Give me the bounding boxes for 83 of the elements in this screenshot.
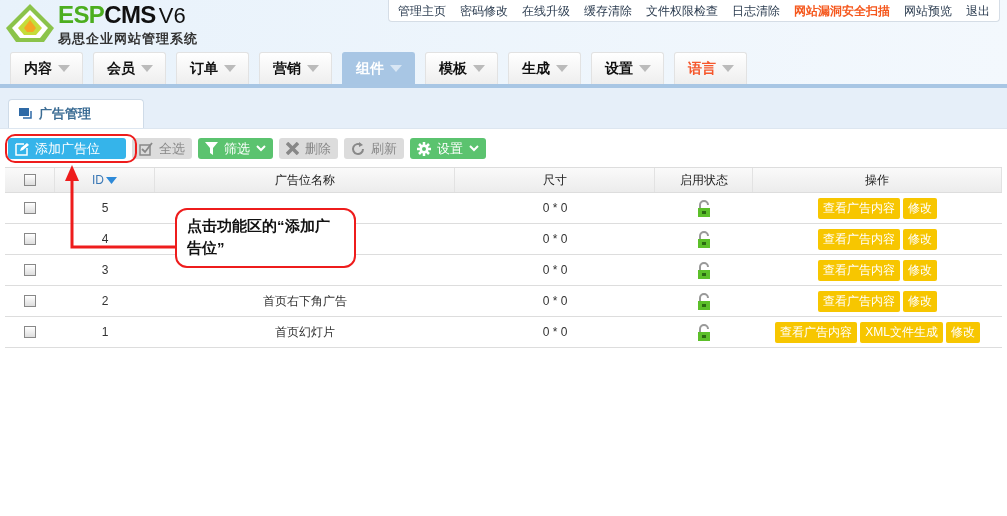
top-link[interactable]: 管理主页 xyxy=(393,1,451,20)
row-checkbox[interactable] xyxy=(24,233,36,245)
caret-icon xyxy=(555,65,568,72)
table-cell-text: 2 xyxy=(101,293,109,310)
row-checkbox[interactable] xyxy=(24,295,36,307)
action-button[interactable]: 修改 xyxy=(945,321,980,343)
toolbar-button[interactable]: 筛选 xyxy=(198,138,273,159)
table-cell-text: 4 xyxy=(101,231,109,248)
caret-icon xyxy=(721,65,734,72)
caret-icon xyxy=(306,65,319,72)
caret-icon xyxy=(140,65,153,72)
chevron-down-icon xyxy=(256,145,266,152)
edit-icon xyxy=(15,141,29,156)
nav-tab[interactable]: 模板 xyxy=(425,52,498,84)
table-cell-text: 0 * 0 xyxy=(542,262,568,279)
column-header: 广告位名称 xyxy=(274,172,335,189)
nav-tab[interactable]: 会员 xyxy=(93,52,166,84)
logo-subtitle: 易思企业网站管理系统 xyxy=(58,30,198,48)
table-cell-text: 首页幻灯片 xyxy=(275,324,335,341)
caret-icon xyxy=(223,65,236,72)
nav-tab[interactable]: 订单 xyxy=(176,52,249,84)
top-link[interactable]: 日志清除 xyxy=(727,1,785,20)
nav-tab[interactable]: 组件 xyxy=(342,52,415,84)
logo-wordmark: ESPCMS xyxy=(58,2,156,28)
action-button[interactable]: 查看广告内容 xyxy=(818,197,900,219)
caret-icon xyxy=(389,65,402,72)
nav-tab[interactable]: 内容 xyxy=(10,52,83,84)
nav-tab[interactable]: 生成 xyxy=(508,52,581,84)
top-link[interactable]: 缓存清除 xyxy=(579,1,637,20)
toolbar-button[interactable]: 刷新 xyxy=(344,138,404,159)
refresh-icon xyxy=(351,141,365,156)
column-header: 操作 xyxy=(865,172,889,189)
toolbar-button[interactable]: 设置 xyxy=(410,138,486,159)
caret-icon xyxy=(57,65,70,72)
close-icon xyxy=(286,142,299,155)
filter-icon xyxy=(205,142,218,155)
nav-tab[interactable]: 设置 xyxy=(591,52,664,84)
caret-icon xyxy=(472,65,485,72)
select-all-checkbox[interactable] xyxy=(23,174,36,186)
row-checkbox[interactable] xyxy=(24,264,36,276)
row-checkbox[interactable] xyxy=(24,202,36,214)
action-button[interactable]: 修改 xyxy=(903,290,937,312)
top-link[interactable]: 密码修改 xyxy=(455,1,513,20)
action-button[interactable]: 查看广告内容 xyxy=(775,321,858,343)
action-button[interactable]: XML文件生成 xyxy=(860,321,943,343)
panel-tab[interactable]: 广告管理 xyxy=(8,99,144,128)
checkbox-icon xyxy=(139,141,153,156)
table-cell-text: 0 * 0 xyxy=(542,324,568,341)
action-button[interactable]: 修改 xyxy=(903,259,937,281)
action-button[interactable]: 查看广告内容 xyxy=(818,259,900,281)
action-button[interactable]: 查看广告内容 xyxy=(818,290,900,312)
callout-note: 点击功能区的“添加广告位” xyxy=(175,208,356,268)
table-cell-text: 首页右下角广告 xyxy=(263,293,347,310)
caret-icon xyxy=(638,65,651,72)
settings-icon xyxy=(417,141,431,156)
toolbar-button[interactable]: 删除 xyxy=(279,138,338,159)
row-checkbox[interactable] xyxy=(24,326,36,338)
table-cell-text: 3 xyxy=(101,262,109,279)
chevron-down-icon xyxy=(469,145,479,152)
toolbar-button[interactable]: 添加广告位 xyxy=(8,138,126,159)
table-cell-text: 0 * 0 xyxy=(542,200,568,217)
column-header: ID xyxy=(92,172,104,189)
toolbar-button[interactable]: 全选 xyxy=(132,138,192,159)
top-link[interactable]: 网站漏洞安全扫描 xyxy=(789,1,895,20)
windows-icon xyxy=(19,108,33,120)
panel-tab-label: 广告管理 xyxy=(39,105,91,124)
table-cell-text: 0 * 0 xyxy=(542,293,568,310)
top-link[interactable]: 网站预览 xyxy=(899,1,957,20)
column-header: 启用状态 xyxy=(679,172,728,189)
action-button[interactable]: 修改 xyxy=(903,197,937,219)
top-link[interactable]: 在线升级 xyxy=(517,1,575,20)
table-cell-text: 5 xyxy=(101,200,109,217)
top-link[interactable]: 退出 xyxy=(961,1,995,20)
top-link[interactable]: 文件权限检查 xyxy=(641,1,723,20)
table-cell-text: 0 * 0 xyxy=(542,231,568,248)
table-cell-text: 1 xyxy=(101,324,109,341)
nav-tab[interactable]: 语言 xyxy=(674,52,747,84)
column-header: 尺寸 xyxy=(542,172,567,189)
logo-version: V6 xyxy=(158,4,186,28)
action-button[interactable]: 查看广告内容 xyxy=(818,228,900,250)
action-button[interactable]: 修改 xyxy=(903,228,937,250)
nav-tab[interactable]: 营销 xyxy=(259,52,332,84)
sort-icon[interactable] xyxy=(106,176,117,184)
